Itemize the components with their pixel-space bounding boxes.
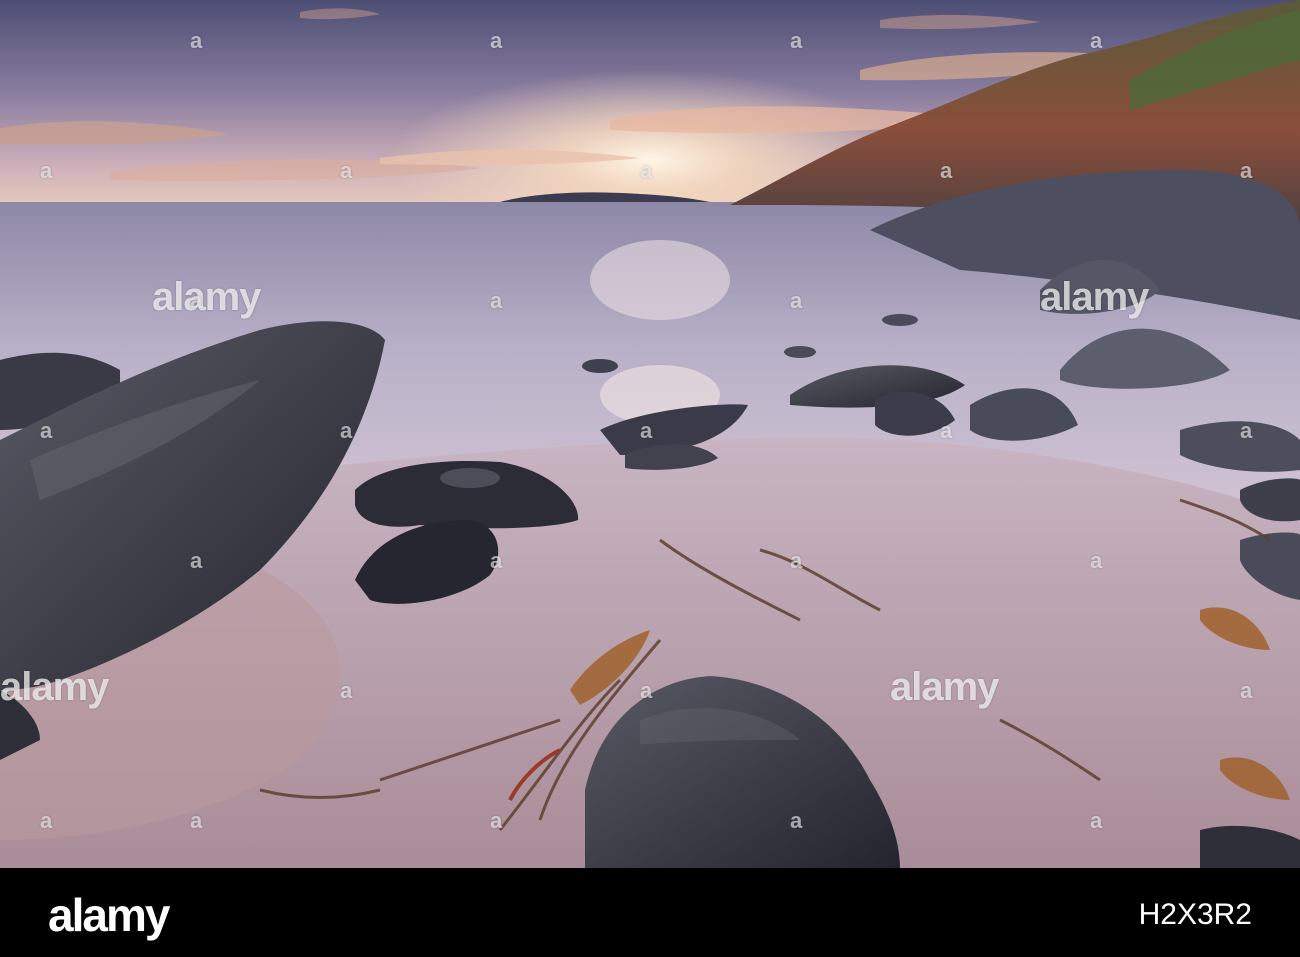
watermark-small: a xyxy=(1090,28,1102,53)
watermark-big: alamy xyxy=(0,665,109,709)
watermark-small: a xyxy=(490,28,502,53)
stock-photo-frame: a a a a a a a a a alamy alamy a a a a a … xyxy=(0,0,1300,957)
watermark-small: a xyxy=(790,808,802,833)
watermark-small: a xyxy=(790,288,802,313)
watermark-small: a xyxy=(340,158,352,183)
watermark-small: a xyxy=(640,418,652,443)
watermark-small: a xyxy=(1240,418,1252,443)
watermark-small: a xyxy=(490,548,502,573)
watermark-small: a xyxy=(640,678,652,703)
watermark-small: a xyxy=(190,288,202,313)
footer-bar: alamy H2X3R2 xyxy=(0,868,1300,957)
watermark-small: a xyxy=(1090,548,1102,573)
watermark-small: a xyxy=(190,28,202,53)
watermark-small: a xyxy=(190,808,202,833)
alamy-logo: alamy xyxy=(48,889,170,941)
watermark-small: a xyxy=(1090,808,1102,833)
coastal-sunset-photo: a a a a a a a a a alamy alamy a a a a a … xyxy=(0,0,1300,868)
watermark-small: a xyxy=(490,808,502,833)
watermark-small: a xyxy=(1240,158,1252,183)
watermark-big: alamy xyxy=(152,275,261,319)
image-id: H2X3R2 xyxy=(1138,898,1252,931)
watermark-small: a xyxy=(190,548,202,573)
watermark-small: a xyxy=(790,548,802,573)
watermark-small: a xyxy=(340,418,352,443)
watermark-small: a xyxy=(940,158,952,183)
watermark-small: a xyxy=(340,678,352,703)
watermark-small: a xyxy=(40,158,52,183)
watermark-small: a xyxy=(490,288,502,313)
watermark-small: a xyxy=(790,28,802,53)
watermark-small: a xyxy=(40,808,52,833)
watermark-small: a xyxy=(1240,678,1252,703)
watermark-small: a xyxy=(940,418,952,443)
watermark-small: a xyxy=(40,418,52,443)
watermark-small: a xyxy=(640,158,652,183)
watermark-big: alamy xyxy=(1040,275,1149,319)
watermark-big: alamy xyxy=(890,665,999,709)
